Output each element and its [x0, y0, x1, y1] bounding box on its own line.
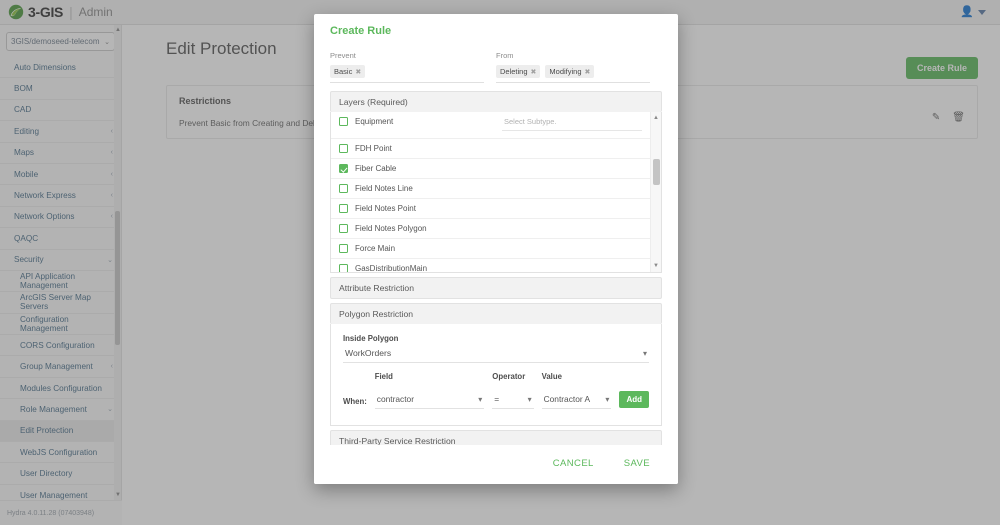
chevron-down-icon: ▾ [478, 394, 483, 404]
layer-name: Field Notes Line [355, 184, 413, 193]
dialog-footer: CANCEL SAVE [314, 445, 678, 484]
layer-name: Field Notes Point [355, 204, 416, 213]
scroll-down-icon[interactable]: ▼ [653, 263, 659, 269]
layer-row[interactable]: Force Main [331, 239, 650, 259]
layer-name: Force Main [355, 244, 396, 253]
layer-name: FDH Point [355, 144, 392, 153]
add-condition-button[interactable]: Add [619, 391, 649, 408]
layer-name: Equipment [355, 117, 394, 126]
layer-checkbox[interactable] [339, 117, 348, 126]
layer-checkbox[interactable] [339, 224, 348, 233]
layer-checkbox[interactable] [339, 164, 348, 173]
value-column: Value Contractor A ▾ [541, 372, 612, 409]
layer-row[interactable]: Fiber Cable [331, 159, 650, 179]
chip-remove-icon[interactable]: ✖ [531, 68, 537, 76]
layers-section-header[interactable]: Layers (Required) [330, 91, 662, 112]
chip-remove-icon[interactable]: ✖ [585, 68, 591, 76]
polygon-restriction-header[interactable]: Polygon Restriction [330, 303, 662, 324]
layers-panel: Equipment Select Subtype. FDH Point Fiber C… [330, 112, 662, 273]
layer-row[interactable]: GasDistributionMain [331, 259, 650, 272]
operator-value: = [494, 394, 500, 404]
value-select[interactable]: Contractor A ▾ [541, 392, 612, 409]
polygon-restriction-body: Inside Polygon WorkOrders ▾ When: Field … [330, 324, 662, 426]
prevent-chips-field[interactable]: Basic ✖ [330, 65, 484, 83]
field-value: contractor [376, 394, 414, 404]
layers-scroll-thumb[interactable] [653, 159, 660, 185]
field-column: Field contractor ▾ [374, 372, 485, 409]
value-value: Contractor A [543, 394, 591, 404]
layer-name: Field Notes Polygon [355, 224, 427, 233]
chip-label: Deleting [500, 67, 528, 76]
layer-checkbox[interactable] [339, 244, 348, 253]
attribute-restriction-header[interactable]: Attribute Restriction [330, 277, 662, 299]
value-label: Value [541, 372, 562, 381]
chip[interactable]: Basic ✖ [330, 65, 366, 78]
prevent-label: Prevent [330, 51, 356, 60]
field-label: Field [374, 372, 393, 381]
layers-scrollbar[interactable]: ▲ ▼ [650, 112, 661, 272]
third-party-restriction-header[interactable]: Third-Party Service Restriction [330, 430, 662, 445]
field-select[interactable]: contractor ▾ [374, 392, 485, 409]
dialog-body: Layers (Required) Equipment Select Subtyp… [314, 83, 678, 445]
chip[interactable]: Modifying ✖ [545, 65, 595, 78]
chip-label: Basic [334, 67, 353, 76]
layer-row[interactable]: Field Notes Point [331, 199, 650, 219]
dialog-title: Create Rule [330, 25, 392, 37]
layer-row[interactable]: Field Notes Polygon [331, 219, 650, 239]
prevent-column: Prevent Basic ✖ [330, 51, 496, 83]
screen-root: 3-GIS | Admin 👤 3GIS/demoseed-telecom ⌄ … [0, 0, 1000, 525]
layer-row[interactable]: Equipment Select Subtype. [331, 112, 650, 139]
when-label: When: [343, 397, 367, 406]
cancel-button[interactable]: CANCEL [547, 457, 600, 470]
operator-label: Operator [492, 372, 526, 381]
layer-checkbox[interactable] [339, 204, 348, 213]
inside-polygon-label: Inside Polygon [343, 334, 399, 343]
chip[interactable]: Deleting ✖ [496, 65, 541, 78]
chevron-down-icon: ▾ [642, 348, 647, 358]
from-label: From [496, 51, 514, 60]
subtype-select[interactable]: Select Subtype. [502, 117, 642, 131]
create-rule-dialog: Create Rule Prevent Basic ✖ From Deleting… [314, 14, 678, 484]
condition-row: When: Field contractor ▾ Operator = ▾ Va… [343, 372, 649, 409]
save-button[interactable]: SAVE [618, 457, 656, 470]
layer-name: GasDistributionMain [355, 264, 428, 272]
from-column: From Deleting ✖ Modifying ✖ [496, 51, 662, 83]
operator-column: Operator = ▾ [492, 372, 534, 409]
operator-select[interactable]: = ▾ [492, 392, 534, 409]
chip-remove-icon[interactable]: ✖ [355, 68, 361, 76]
inside-polygon-select[interactable]: WorkOrders ▾ [343, 346, 649, 363]
chevron-down-icon: ▾ [605, 394, 610, 404]
chip-label: Modifying [549, 67, 582, 76]
layer-checkbox[interactable] [339, 184, 348, 193]
from-chips-field[interactable]: Deleting ✖ Modifying ✖ [496, 65, 650, 83]
prevent-from-row: Prevent Basic ✖ From Deleting ✖ Modifying ✖ [314, 37, 678, 83]
layer-checkbox[interactable] [339, 144, 348, 153]
layer-row[interactable]: Field Notes Line [331, 179, 650, 199]
layer-row[interactable]: FDH Point [331, 139, 650, 159]
chevron-down-icon: ▾ [527, 394, 532, 404]
inside-polygon-value: WorkOrders [345, 348, 392, 358]
layer-checkbox[interactable] [339, 264, 348, 272]
layer-name: Fiber Cable [355, 164, 397, 173]
scroll-up-icon[interactable]: ▲ [653, 115, 659, 121]
layers-list: Equipment Select Subtype. FDH Point Fiber C… [331, 112, 650, 272]
